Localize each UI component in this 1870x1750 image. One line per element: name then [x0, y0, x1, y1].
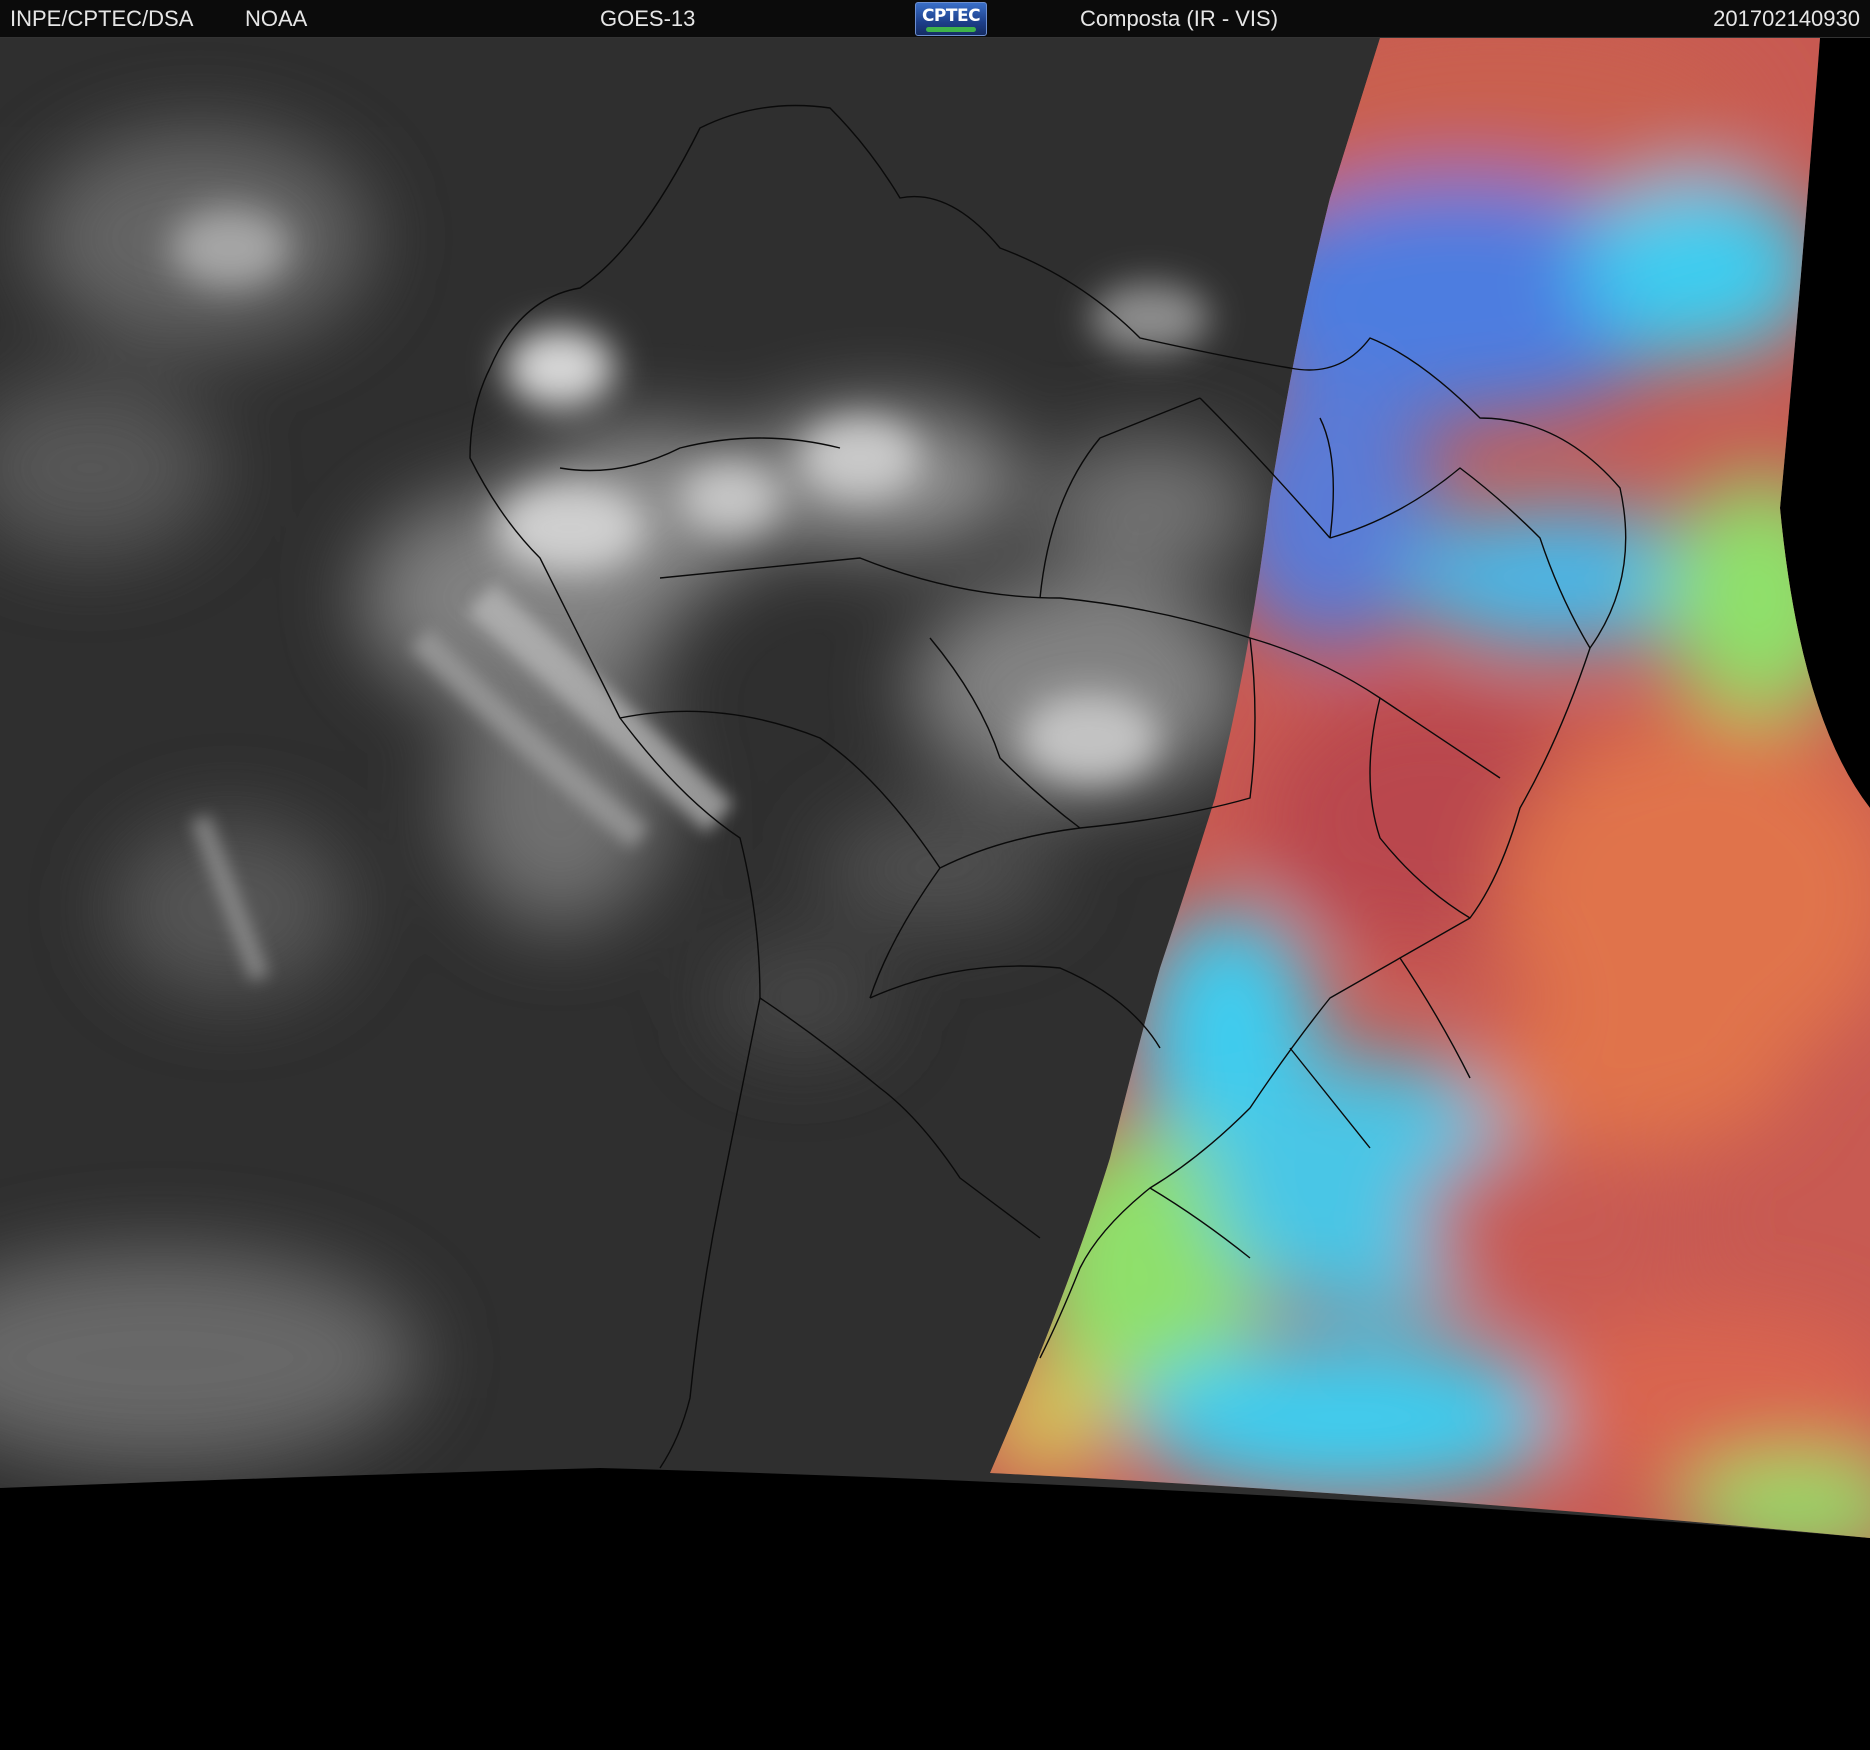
- satellite-image: [0, 38, 1870, 1750]
- source-label: NOAA: [245, 6, 308, 31]
- logo-text: CPTEC: [921, 6, 981, 26]
- agency-label: INPE/CPTEC/DSA: [10, 6, 194, 31]
- cptec-logo: CPTEC: [915, 2, 987, 36]
- product-label: Composta (IR - VIS): [1080, 6, 1279, 31]
- satellite-label: GOES-13: [600, 6, 696, 31]
- timestamp-label: 201702140930: [1713, 6, 1860, 31]
- logo-swoosh: [926, 27, 976, 32]
- header-bar: INPE/CPTEC/DSA NOAA GOES-13 CPTEC Compos…: [0, 0, 1870, 38]
